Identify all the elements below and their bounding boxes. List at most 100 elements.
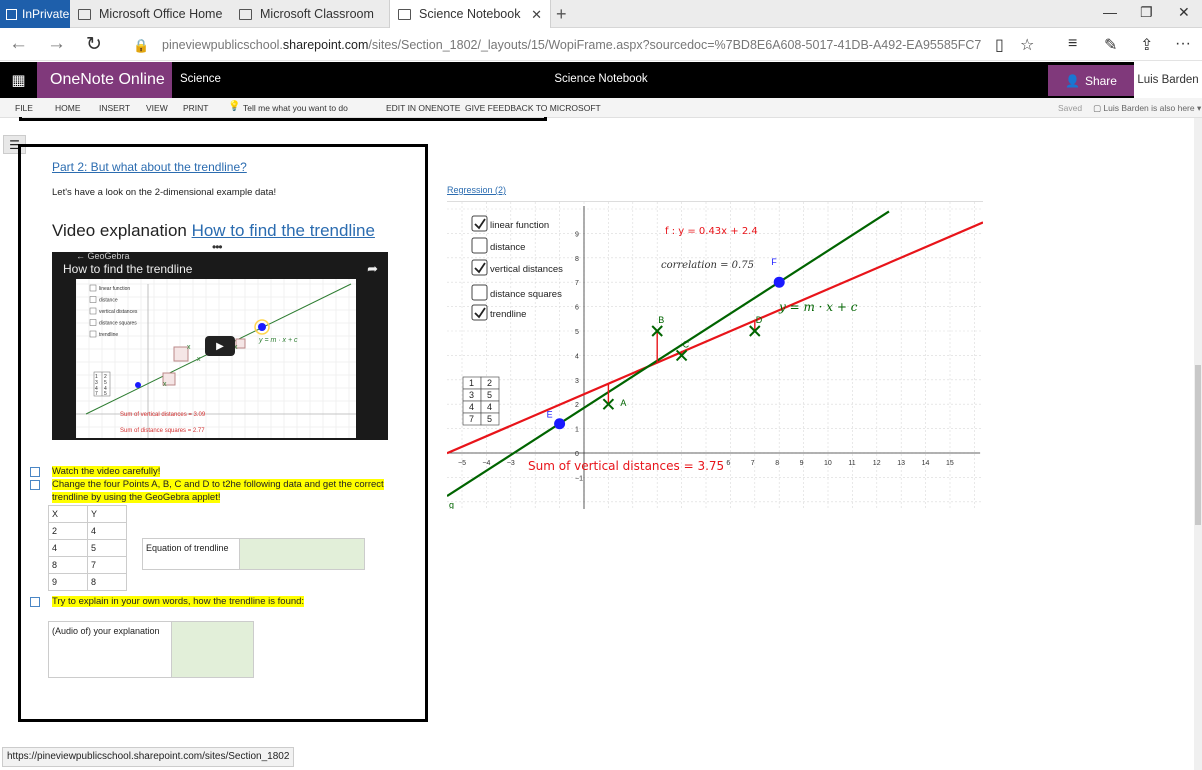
task-text: trendline by using the GeoGebra applet!	[52, 492, 221, 503]
tab-science-notebook[interactable]: Science Notebook ✕	[389, 0, 551, 28]
x-tick-label: 7	[751, 460, 755, 467]
tab-office-home[interactable]: Microsoft Office Home	[70, 0, 230, 28]
handle-point	[554, 418, 566, 430]
video-link[interactable]: How to find the trendline	[192, 221, 375, 240]
more-icon[interactable]: ···	[1175, 35, 1191, 53]
restore-icon[interactable]: ❐	[1140, 4, 1153, 21]
app-launcher-icon[interactable]: ▦	[0, 62, 37, 98]
share-icon[interactable]: ⇪	[1140, 35, 1153, 55]
scrollbar-thumb[interactable]	[1195, 365, 1201, 525]
table-header[interactable]: Y	[87, 505, 127, 523]
x-tick-label: 10	[824, 460, 832, 467]
app-name[interactable]: OneNote Online	[37, 62, 172, 98]
notebook-crumb[interactable]: Science	[180, 73, 221, 85]
function-label: f : y = 0.43x + 2.4	[665, 226, 758, 237]
x-tick-label: 6	[726, 460, 730, 467]
x-tick-label: −5	[458, 460, 466, 467]
ribbon-view[interactable]: VIEW	[146, 103, 168, 113]
regression-link[interactable]: Regression (2)	[447, 185, 506, 195]
tab-classroom[interactable]: Microsoft Classroom	[231, 0, 389, 28]
back-icon[interactable]: ←	[9, 33, 28, 55]
lightbulb-icon: 💡	[228, 101, 241, 112]
table-cell[interactable]: 7	[87, 556, 127, 574]
point-label: A	[620, 398, 626, 408]
task-checkbox[interactable]	[30, 480, 40, 490]
web-note-icon[interactable]: ✎	[1104, 35, 1117, 55]
mini-checkbox	[89, 319, 97, 326]
svg-text:x: x	[187, 344, 191, 351]
table-cell[interactable]: 5	[87, 539, 127, 557]
table-cell-text: 4	[469, 402, 474, 412]
svg-text:x: x	[197, 356, 201, 363]
table-row: Equation of trendline	[142, 538, 365, 570]
minimize-icon[interactable]: —	[1103, 4, 1117, 20]
ribbon-file[interactable]: FILE	[15, 103, 33, 113]
close-tab-icon[interactable]: ✕	[531, 7, 542, 23]
ribbon-home[interactable]: HOME	[55, 103, 81, 113]
y-tick-label: 1	[575, 427, 579, 434]
saved-status: Saved	[1058, 103, 1083, 113]
task-checkbox[interactable]	[30, 597, 40, 607]
table-header[interactable]: X	[48, 505, 88, 523]
y-tick-label: 0	[575, 451, 579, 458]
video-channel: ← GeoGebra	[76, 252, 130, 261]
audio-table: (Audio of) your explanation	[48, 621, 254, 678]
give-feedback[interactable]: GIVE FEEDBACK TO MICROSOFT	[465, 103, 601, 113]
lock-icon: 🔒	[133, 38, 150, 53]
equation-input[interactable]	[239, 538, 365, 570]
x-tick-label: 13	[897, 460, 905, 467]
table-cell[interactable]: 4	[87, 522, 127, 540]
task-checkbox[interactable]	[30, 467, 40, 477]
favorite-star-icon[interactable]: ☆	[1020, 35, 1034, 55]
video-embed[interactable]: x x x x y = m · x + c linear function dis…	[52, 252, 388, 440]
table-cell-text: 1	[469, 378, 474, 388]
edit-in-onenote[interactable]: EDIT IN ONENOTE	[386, 103, 460, 113]
y-tick-label: 4	[575, 353, 579, 360]
x-tick-label: −3	[507, 460, 515, 467]
table-cell[interactable]: 9	[48, 573, 88, 591]
geogebra-graph[interactable]: −5 −4 −3 6 7 8 9 10 11 12 13 14 15−10123456789 ABCDE…	[447, 202, 983, 509]
reading-view-icon[interactable]: ▯	[995, 35, 1004, 55]
svg-text:y = m · x + c: y = m · x + c	[258, 337, 298, 344]
play-button-icon[interactable]: ▶	[205, 336, 235, 356]
ribbon-print[interactable]: PRINT	[183, 103, 209, 113]
forward-icon[interactable]: →	[47, 33, 66, 55]
refresh-icon[interactable]: ↻	[86, 33, 102, 56]
video-title: How to find the trendline	[63, 262, 193, 276]
inprivate-icon	[6, 8, 17, 20]
table-cell-text: 7	[469, 414, 474, 424]
svg-text:x: x	[163, 381, 167, 388]
geogebra-applet[interactable]: −5 −4 −3 6 7 8 9 10 11 12 13 14 15 −1 0 1 2 3 4 5 6 7 8 9 ABCDE…	[447, 201, 983, 509]
ribbon: FILE HOME INSERT VIEW PRINT 💡 Tell me wh…	[0, 98, 1202, 118]
table-cell[interactable]: 4	[48, 539, 88, 557]
y-tick-label: 6	[575, 305, 579, 312]
y-tick-label: −1	[575, 475, 583, 482]
table-cell[interactable]: 8	[87, 573, 127, 591]
inprivate-badge[interactable]: InPrivate	[0, 0, 70, 28]
x-tick-label: 15	[946, 460, 954, 467]
table-cell-text: 5	[487, 414, 492, 424]
new-tab-icon[interactable]: +	[556, 4, 567, 25]
share-button[interactable]: 👤 Share	[1048, 65, 1134, 96]
table-cell[interactable]: 2	[48, 522, 88, 540]
video-share-icon[interactable]: ➦	[367, 261, 378, 277]
close-window-icon[interactable]: ✕	[1178, 4, 1190, 21]
user-name[interactable]: Luis Barden	[1134, 62, 1202, 98]
previous-outline-edge	[19, 117, 547, 121]
table-cell-text: 4	[487, 402, 492, 412]
page-icon	[239, 8, 252, 20]
table-cell[interactable]: 8	[48, 556, 88, 574]
audio-input[interactable]	[171, 621, 254, 678]
handle-label: E	[547, 410, 553, 420]
table-cell-text: 5	[487, 390, 492, 400]
ribbon-insert[interactable]: INSERT	[99, 103, 130, 113]
xy-data-table: XY 24 45 87 98	[48, 505, 127, 591]
table-row: 24	[48, 522, 127, 540]
tell-me-input[interactable]: Tell me what you want to do	[243, 103, 348, 113]
presence-status[interactable]: ▢ Luis Barden is also here ▾	[1093, 103, 1201, 114]
part2-heading[interactable]: Part 2: But what about the trendline?	[52, 160, 247, 174]
applet-checkbox-label: trendline	[490, 309, 526, 320]
url-field[interactable]: pineviewpublicschool.sharepoint.com/site…	[162, 38, 982, 52]
mini-checkbox-label: trendline	[99, 332, 118, 338]
hub-icon[interactable]: ≡	[1068, 35, 1077, 53]
